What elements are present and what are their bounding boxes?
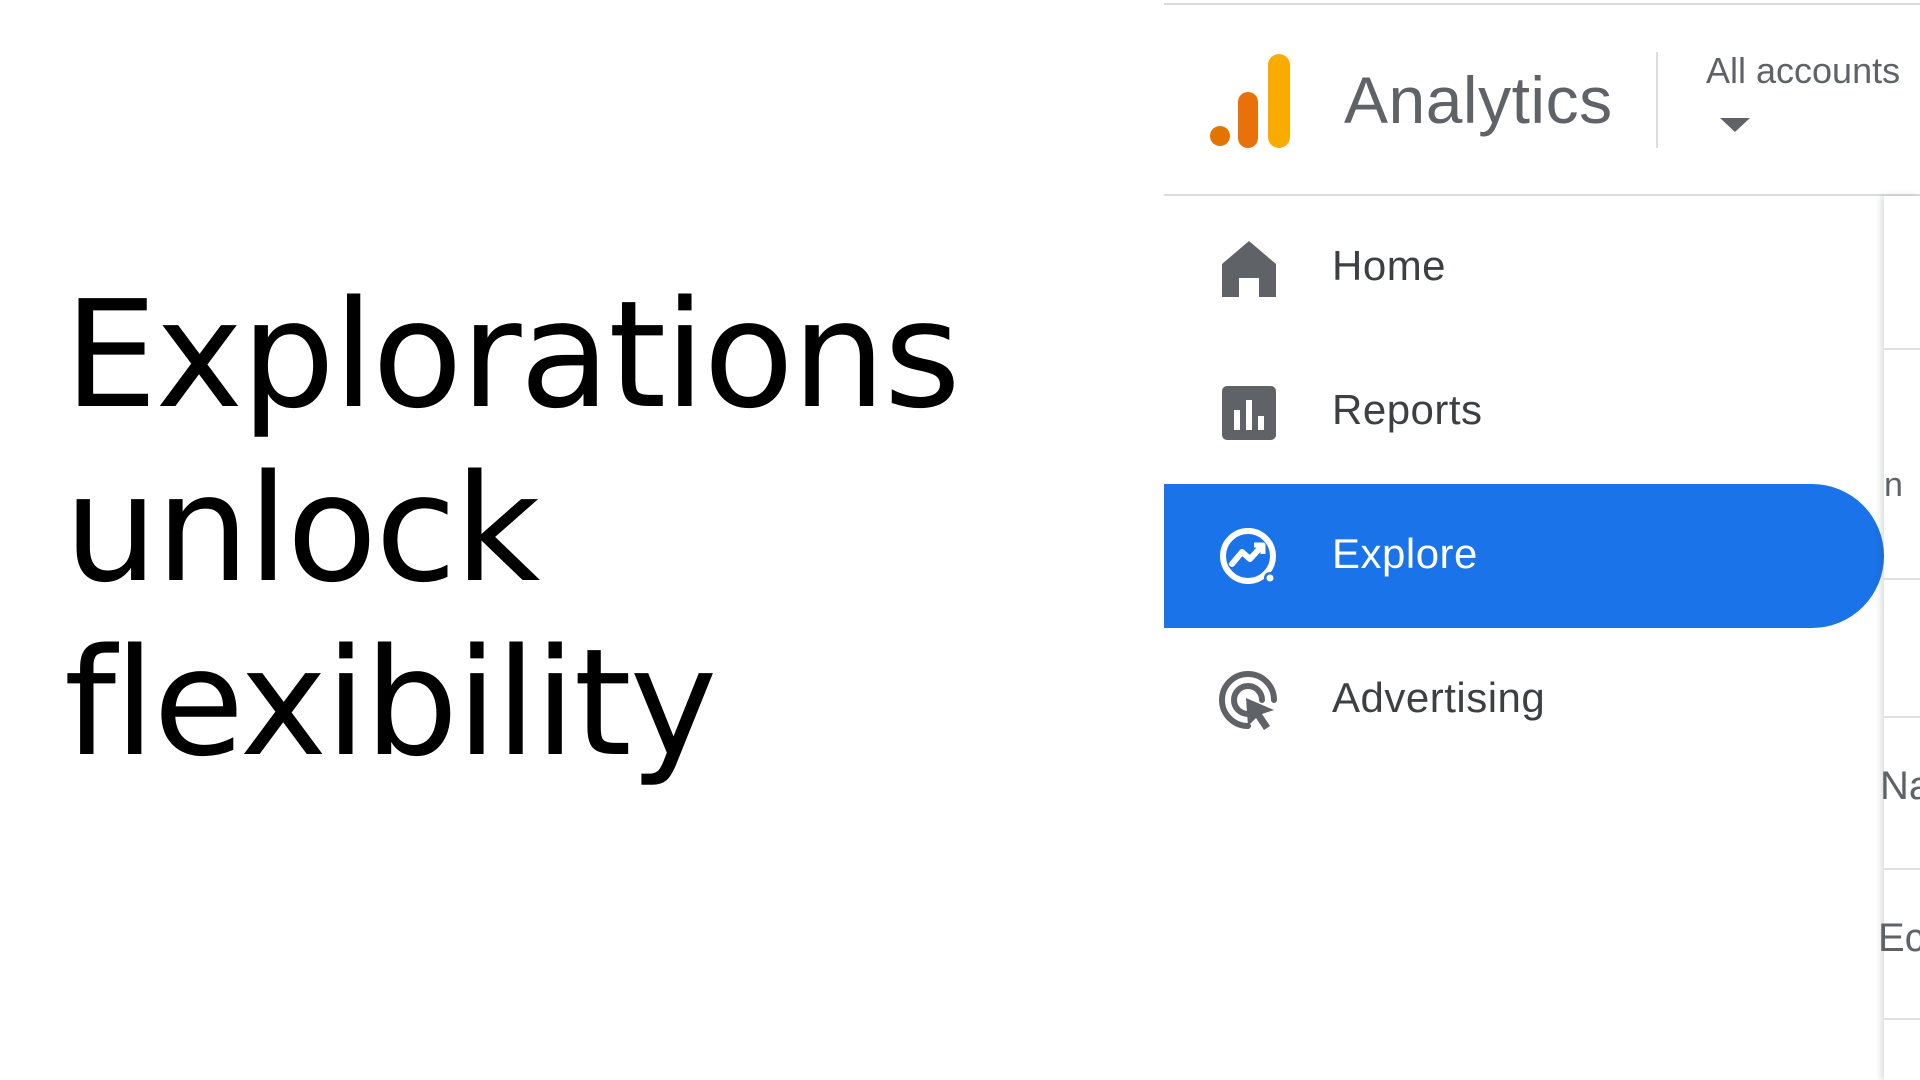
headline: Explorations unlock flexibility: [64, 268, 961, 790]
bar-chart-icon: [1222, 386, 1276, 440]
analytics-logo-icon: [1210, 54, 1290, 148]
side-panel-text-fragment: Na: [1880, 764, 1920, 808]
left-nav: Home Reports Explore Advertising: [1164, 196, 1884, 1080]
side-panel-divider: [1884, 716, 1920, 718]
app-title: Analytics: [1344, 63, 1613, 137]
nav-item-label: Reports: [1332, 386, 1483, 433]
nav-item-label: Explore: [1332, 530, 1478, 577]
side-panel-divider: [1884, 868, 1920, 870]
side-panel-text-fragment: Ec: [1878, 916, 1920, 960]
headline-line-2: unlock: [64, 443, 540, 615]
account-picker-label: All accounts: [1706, 50, 1901, 91]
nav-item-label: Home: [1332, 242, 1447, 289]
nav-item-label: Advertising: [1332, 674, 1546, 721]
slide: Explorations unlock flexibility Analytic…: [0, 0, 1920, 1080]
top-divider: [1164, 3, 1920, 5]
side-panel-divider: [1884, 1018, 1920, 1020]
headline-line-3: flexibility: [64, 617, 717, 789]
ads-click-icon: [1219, 671, 1277, 730]
explore-trend-icon: [1220, 528, 1276, 584]
headline-line-1: Explorations: [64, 269, 961, 441]
nav-item-advertising[interactable]: Advertising: [1164, 628, 1884, 772]
account-picker[interactable]: All accounts: [1706, 50, 1901, 132]
arrow-drop-down-icon: [1720, 118, 1750, 132]
header-divider: [1656, 52, 1658, 148]
side-panel-peek: n Na Ec: [1878, 196, 1920, 1080]
nav-item-home[interactable]: Home: [1164, 196, 1884, 340]
nav-item-reports[interactable]: Reports: [1164, 340, 1884, 484]
home-icon: [1222, 241, 1276, 297]
side-panel-text-fragment: n: [1884, 466, 1903, 504]
analytics-ui-panel: Analytics All accounts Home Reports Expl…: [1164, 0, 1920, 1080]
nav-item-explore[interactable]: Explore: [1164, 484, 1884, 628]
side-panel-divider: [1884, 348, 1920, 350]
side-panel-divider: [1884, 578, 1920, 580]
